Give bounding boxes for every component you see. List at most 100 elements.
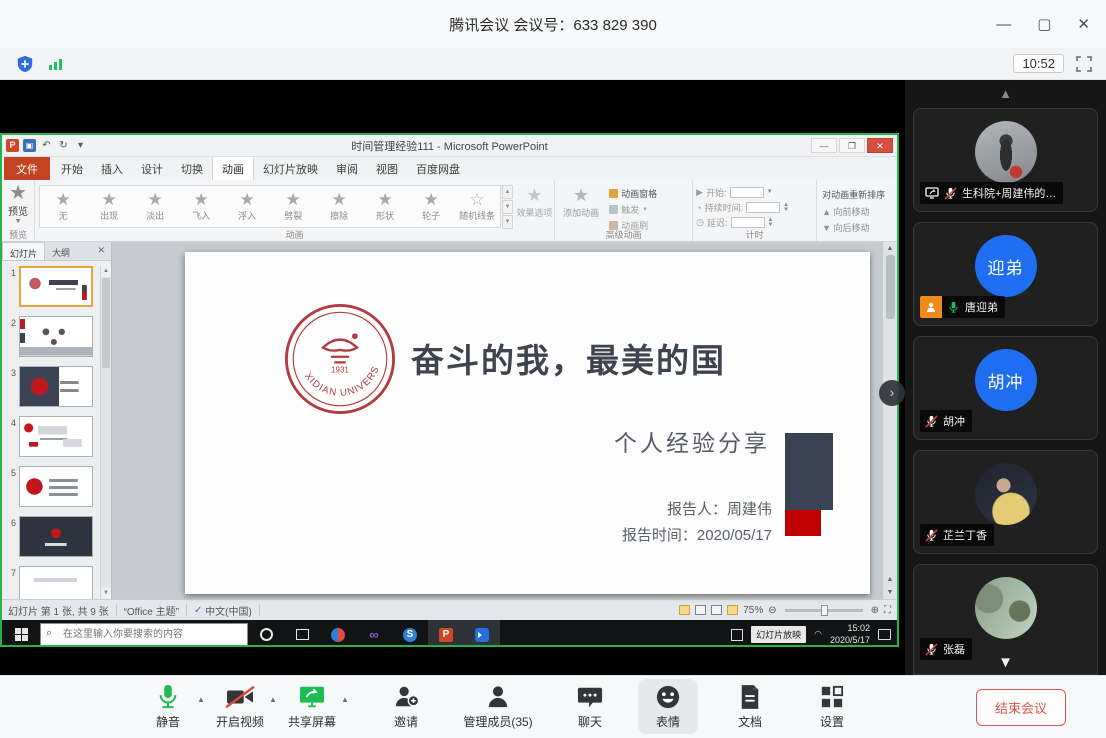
spinner-icon[interactable]: ▲▼ (783, 203, 789, 213)
tab-home[interactable]: 开始 (52, 157, 92, 180)
search-input[interactable] (63, 624, 243, 645)
language-indicator[interactable]: 中文(中国) (205, 603, 252, 618)
participant-tile[interactable]: 生科院+周建伟的… (913, 108, 1098, 212)
tencent-meeting-taskbar-icon[interactable] (464, 620, 500, 647)
slide-thumbnail-7[interactable]: 7 (6, 566, 100, 599)
prev-slide-icon[interactable]: ▲ (887, 573, 894, 586)
participant-tile[interactable]: 芷兰丁香 (913, 450, 1098, 554)
edit-scrollbar[interactable]: ▲ ▲ ▼ (882, 242, 897, 599)
start-select[interactable] (730, 187, 764, 198)
share-screen-button[interactable]: 共享屏幕 (282, 684, 342, 730)
tab-insert[interactable]: 插入 (92, 157, 132, 180)
thumbnail-image[interactable] (19, 416, 93, 457)
duration-setting[interactable]: ◔持续时间:▲▼ (696, 201, 816, 214)
tab-transitions[interactable]: 切换 (172, 157, 212, 180)
zoom-out-icon[interactable]: ⊖ (768, 605, 776, 616)
anim-none[interactable]: ★无 (40, 186, 86, 227)
invite-button[interactable]: 邀请 (376, 684, 436, 730)
slide-thumbnail-4[interactable]: 4 (6, 416, 100, 457)
panel-scrollbar[interactable]: ▲ ▼ (100, 266, 111, 599)
anim-fade[interactable]: ★淡出 (132, 186, 178, 227)
slideshow-tray-button[interactable]: 幻灯片放映 (751, 626, 806, 643)
tab-view[interactable]: 视图 (367, 157, 407, 180)
spellcheck-icon[interactable]: ✓ (194, 605, 202, 616)
thumbnail-image[interactable] (19, 316, 93, 357)
start-setting[interactable]: ▶开始:▼ (696, 186, 816, 199)
tab-outline[interactable]: 大纲 (45, 242, 77, 260)
mute-options-caret[interactable]: ▲ (194, 695, 208, 704)
move-later-button[interactable]: ▼ 向后移动 (822, 221, 897, 234)
tab-addin[interactable]: 百度网盘 (407, 157, 469, 180)
normal-view-icon[interactable] (679, 605, 690, 615)
tab-slides[interactable]: 幻灯片 (2, 242, 45, 260)
tab-design[interactable]: 设计 (132, 157, 172, 180)
participant-tile[interactable]: 迎弟 唐迎弟 (913, 222, 1098, 326)
next-slide-icon[interactable]: ▼ (887, 586, 894, 599)
close-icon[interactable]: ✕ (1077, 15, 1090, 33)
spinner-icon[interactable]: ▲▼ (768, 218, 774, 228)
taskbar-search[interactable]: ⌕ (40, 623, 248, 646)
chat-button[interactable]: 聊天 (560, 684, 620, 730)
delay-input[interactable] (731, 217, 765, 228)
zoom-in-icon[interactable]: ⊕ (871, 605, 879, 616)
move-earlier-button[interactable]: ▲ 向前移动 (822, 205, 897, 218)
gallery-up-icon[interactable]: ▲ (502, 185, 513, 199)
start-button[interactable] (2, 620, 40, 647)
wifi-icon[interactable]: ◠ (814, 629, 822, 640)
slideshow-view-icon[interactable] (727, 605, 738, 615)
panel-close-icon[interactable]: ✕ (91, 242, 111, 260)
scrollbar-thumb[interactable] (886, 255, 895, 319)
anim-wheel[interactable]: ★轮子 (408, 186, 454, 227)
manage-members-button[interactable]: 管理成员(35) (452, 684, 544, 730)
preview-button[interactable]: ★ 预览 ▼ (2, 183, 34, 225)
ppt-close-icon[interactable]: ✕ (867, 138, 893, 153)
tab-animations[interactable]: 动画 (212, 156, 254, 180)
zoom-slider[interactable] (785, 609, 863, 612)
video-options-caret[interactable]: ▲ (266, 695, 280, 704)
scroll-up-icon[interactable]: ▲ (101, 266, 111, 277)
thumbnail-image[interactable] (19, 466, 93, 507)
end-meeting-button[interactable]: 结束会议 (976, 689, 1066, 726)
anim-split[interactable]: ★劈裂 (270, 186, 316, 227)
anim-wipe[interactable]: ★擦除 (316, 186, 362, 227)
start-video-button[interactable]: 开启视频 (210, 684, 270, 730)
gallery-down-icon[interactable]: ▼ (502, 200, 513, 214)
anim-randombars[interactable]: ☆随机线条 (454, 186, 500, 227)
security-shield-icon[interactable] (16, 55, 34, 73)
duration-input[interactable] (746, 202, 780, 213)
scrollbar-thumb[interactable] (102, 278, 110, 368)
gallery-more-icon[interactable]: ▼ (502, 215, 513, 229)
taskbar-clock[interactable]: 15:022020/5/17 (830, 623, 870, 646)
participants-scroll-down-icon[interactable]: ▼ (905, 654, 1106, 671)
participant-tile[interactable]: 胡冲 胡冲 (913, 336, 1098, 440)
tab-slideshow[interactable]: 幻灯片放映 (254, 157, 327, 180)
participants-scroll-up-icon[interactable]: ▲ (905, 86, 1106, 101)
network-signal-icon[interactable] (48, 57, 64, 71)
reading-view-icon[interactable] (711, 605, 722, 615)
maximize-icon[interactable]: ▢ (1037, 15, 1051, 33)
thumbnail-image[interactable] (19, 566, 93, 599)
slide-thumbnail-3[interactable]: 3 (6, 366, 100, 407)
thumbnail-image[interactable] (19, 516, 93, 557)
thumbnail-image[interactable] (19, 366, 93, 407)
browser-icon[interactable]: S (392, 620, 428, 647)
trigger-button[interactable]: 触发▼ (609, 203, 657, 216)
slide-thumbnail-5[interactable]: 5 (6, 466, 100, 507)
ppt-minimize-icon[interactable]: — (811, 138, 837, 153)
settings-button[interactable]: 设置 (802, 684, 862, 730)
visual-studio-icon[interactable]: ∞ (356, 620, 392, 647)
emoji-button[interactable]: 表情 (638, 679, 698, 734)
anim-floatin[interactable]: ★浮入 (224, 186, 270, 227)
docs-button[interactable]: 文档 (720, 684, 780, 730)
sorter-view-icon[interactable] (695, 605, 706, 615)
fullscreen-icon[interactable] (1076, 56, 1092, 72)
cortana-icon[interactable] (248, 620, 284, 647)
anim-flyin[interactable]: ★飞入 (178, 186, 224, 227)
slide-thumbnail-2[interactable]: 2 (6, 316, 100, 357)
fit-window-icon[interactable]: ⛶ (884, 605, 891, 616)
powerpoint-taskbar-icon[interactable]: P (428, 620, 464, 647)
scroll-up-icon[interactable]: ▲ (887, 242, 894, 255)
thumbnail-image[interactable] (19, 266, 93, 307)
share-options-caret[interactable]: ▲ (338, 695, 352, 704)
sidebar-collapse-button[interactable]: › (879, 380, 905, 406)
